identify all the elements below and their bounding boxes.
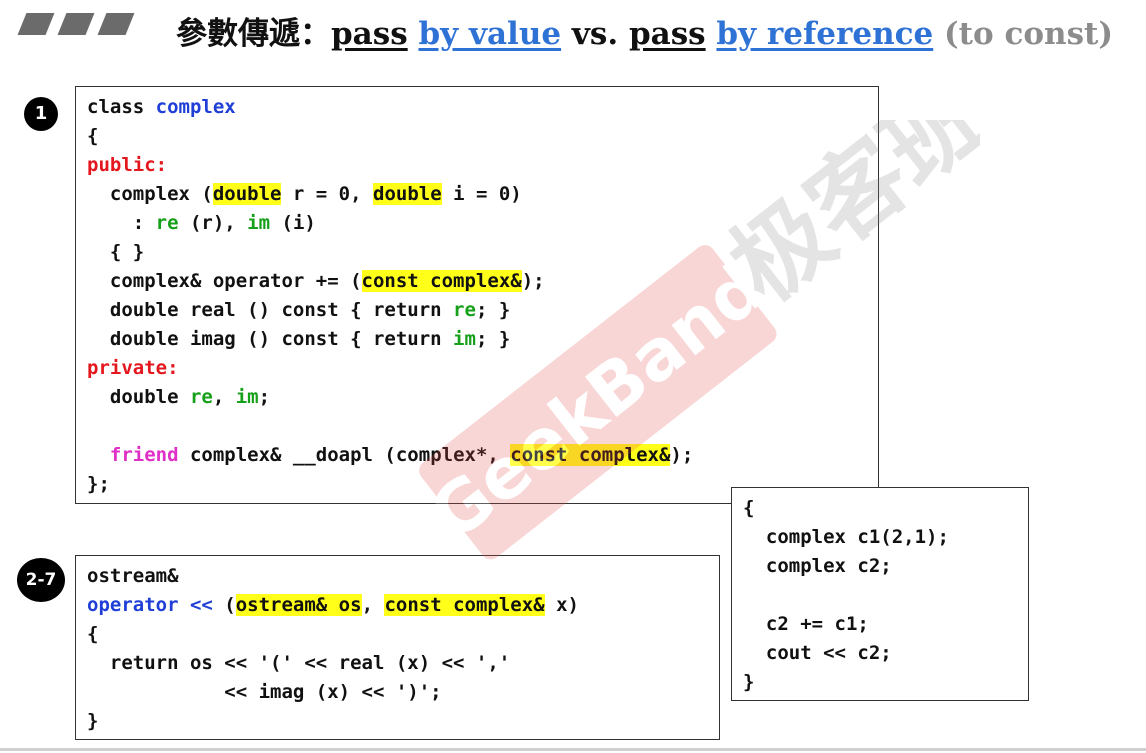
code-token: ,: [212, 386, 236, 408]
highlight-token: ostream& os: [235, 594, 362, 616]
code-token: r = 0,: [281, 183, 373, 205]
code-class-complex: class complex { public: complex ( double …: [87, 93, 693, 499]
code-token: c2 += c1;: [743, 613, 869, 635]
title-bar: 參數傳遞：pass by value vs. pass by reference…: [0, 0, 1146, 60]
highlight-token: const complex&: [361, 270, 522, 292]
title-by-reference: by reference: [716, 16, 934, 52]
decor-slash: [17, 13, 55, 35]
code-token: ;: [258, 386, 271, 408]
code-token: im: [453, 328, 476, 350]
code-token: (r),: [178, 212, 248, 234]
title-pass-1: pass: [331, 16, 408, 52]
code-token: re: [189, 386, 213, 408]
code-token: private:: [87, 357, 179, 379]
step-badge-1: 1: [24, 97, 58, 131]
code-token: i = 0): [441, 183, 522, 205]
code-token: operator <<: [87, 594, 213, 616]
code-token: cout << c2;: [743, 642, 892, 664]
highlight-token: const complex&: [510, 444, 671, 466]
code-token: im: [235, 386, 259, 408]
code-usage: { complex c1(2,1); complex c2; c2 += c1;…: [743, 494, 949, 697]
code-token: complex: [155, 96, 236, 118]
code-token: x): [544, 594, 579, 616]
code-token: public:: [87, 154, 168, 176]
code-token: };: [87, 473, 110, 495]
highlight-token: const complex&: [384, 594, 545, 616]
code-box-operator-output: ostream& operator << (ostream& os, const…: [75, 555, 720, 740]
code-token: {: [87, 623, 99, 645]
code-token: );: [670, 444, 694, 466]
code-token: ,: [361, 594, 385, 616]
title-cjk: 參數傳遞：: [176, 16, 331, 52]
title-to-const: (to const): [944, 16, 1114, 52]
code-token: (: [212, 594, 236, 616]
code-token: return os << '(' << real (x) << ',': [87, 652, 511, 674]
code-token: re: [453, 299, 476, 321]
title-pass-2: pass: [628, 16, 706, 52]
code-token: {: [87, 125, 99, 147]
step-badge-2-7: 2-7: [17, 558, 65, 602]
decor-slash: [57, 13, 95, 35]
code-token: {: [743, 497, 755, 519]
code-token: { }: [87, 241, 145, 263]
code-token: ; }: [475, 299, 511, 321]
title-vs: vs.: [571, 16, 619, 52]
highlight-token: double: [373, 183, 442, 205]
code-token: ; }: [475, 328, 511, 350]
highlight-token: double: [212, 183, 282, 205]
code-token: re: [155, 212, 179, 234]
page-title: 參數傳遞：pass by value vs. pass by reference…: [176, 8, 1113, 53]
code-token: << imag (x) << ')';: [87, 681, 442, 703]
code-token: friend: [109, 444, 179, 466]
code-token: (i): [270, 212, 316, 234]
code-token: :: [87, 212, 156, 234]
code-token: double imag () const { return: [87, 328, 454, 350]
code-token: complex c2;: [743, 555, 892, 577]
code-token: complex c1(2,1);: [743, 526, 949, 548]
bottom-divider: [0, 748, 1146, 751]
code-token: double real () const { return: [87, 299, 454, 321]
code-operator-output: ostream& operator << (ostream& os, const…: [87, 562, 579, 736]
decor-slash: [97, 13, 135, 35]
code-token: complex& operator += (: [87, 270, 362, 292]
code-token: double: [87, 386, 190, 408]
code-box-class-complex: class complex { public: complex ( double …: [75, 86, 879, 504]
code-token: complex (: [87, 183, 213, 205]
code-token: }: [87, 710, 99, 732]
code-token: ostream&: [87, 565, 179, 587]
code-token: complex& __doapl (complex*,: [178, 444, 511, 466]
code-token: im: [247, 212, 271, 234]
title-by-value: by value: [418, 16, 562, 52]
code-token: class: [87, 96, 156, 118]
code-token: );: [521, 270, 545, 292]
code-box-usage: { complex c1(2,1); complex c2; c2 += c1;…: [731, 487, 1029, 701]
code-token: }: [743, 671, 755, 693]
